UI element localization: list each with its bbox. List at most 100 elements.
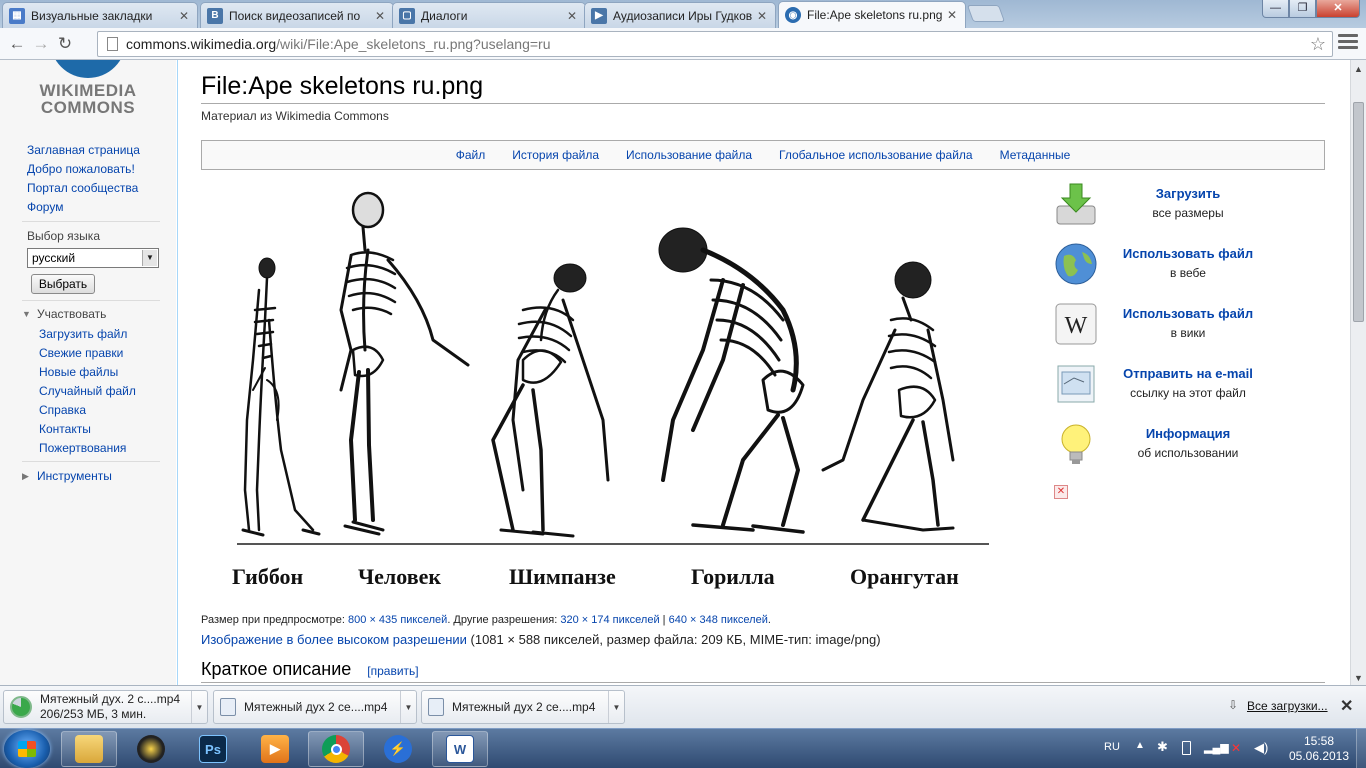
address-bar[interactable]: commons.wikimedia.org/wiki/File:Ape_skel… xyxy=(97,31,1333,57)
preview-size-link[interactable]: 800 × 435 пикселей xyxy=(348,614,447,626)
tab-visual-bookmarks[interactable]: ▦ Визуальные закладки ✕ xyxy=(2,2,198,28)
taskbar-chrome[interactable] xyxy=(308,731,364,767)
section-title: Краткое описание xyxy=(201,659,352,679)
scroll-down-icon[interactable]: ▼ xyxy=(1353,673,1364,683)
toc-file-history[interactable]: История файла xyxy=(512,148,599,162)
new-tab-button[interactable] xyxy=(966,5,1006,22)
show-desktop-button[interactable] xyxy=(1356,729,1366,768)
nav-random-file[interactable]: Случайный файл xyxy=(39,382,136,401)
nav-contacts[interactable]: Контакты xyxy=(39,420,136,439)
res-320-link[interactable]: 320 × 174 пикселей xyxy=(560,614,659,626)
chevron-down-icon[interactable]: ▼ xyxy=(191,691,207,723)
minimize-button[interactable]: — xyxy=(1262,0,1289,18)
download-item[interactable]: Мятежный дух 2 се....mp4 ▼ xyxy=(213,690,417,724)
chevron-down-icon[interactable]: ▼ xyxy=(400,691,416,723)
vertical-scrollbar[interactable]: ▲ ▼ xyxy=(1350,60,1366,685)
volume-icon[interactable]: ◀) xyxy=(1254,740,1268,756)
back-button[interactable]: ← xyxy=(6,33,28,55)
nav-help[interactable]: Справка xyxy=(39,401,136,420)
nav-forum[interactable]: Форум xyxy=(27,198,140,217)
reload-button[interactable]: ↻ xyxy=(54,33,76,55)
tab-commons-file[interactable]: ◉ File:Ape skeletons ru.png - ✕ xyxy=(778,1,966,28)
participate-links: Загрузить файл Свежие правки Новые файлы… xyxy=(39,325,136,458)
edit-section-link[interactable]: [править] xyxy=(367,664,418,678)
chevron-down-icon[interactable]: ▼ xyxy=(608,691,624,723)
system-clock[interactable]: 15:58 05.06.2013 xyxy=(1284,734,1354,764)
use-file-wiki[interactable]: W Использовать файл в вики xyxy=(1048,302,1308,350)
tab-close-icon[interactable]: ✕ xyxy=(177,9,191,23)
download-filename: Мятежный дух. 2 с....mp4 xyxy=(40,692,181,706)
downloads-shelf: Мятежный дух. 2 с....mp4 206/253 МБ, 3 ми… xyxy=(0,685,1366,728)
vk-favicon-icon: ▢ xyxy=(399,7,415,24)
nav-new-files[interactable]: Новые файлы xyxy=(39,363,136,382)
nav-welcome[interactable]: Добро пожаловать! xyxy=(27,160,140,179)
ape-skeletons-image[interactable]: Гиббон Человек Шимпанзе Горилла Орангута… xyxy=(223,190,993,602)
use-wiki-title: Использовать файл xyxy=(1122,306,1254,321)
tab-video-search[interactable]: В Поиск видеозаписей по ✕ xyxy=(200,2,394,28)
video-file-icon xyxy=(220,698,236,716)
participate-section-header[interactable]: ▼ Участвовать xyxy=(22,307,106,321)
tab-close-icon[interactable]: ✕ xyxy=(565,9,579,23)
tab-close-icon[interactable]: ✕ xyxy=(755,9,769,23)
download-arrow-icon: ⇩ xyxy=(1228,698,1239,712)
close-window-button[interactable]: ✕ xyxy=(1316,0,1360,18)
ground-line xyxy=(237,543,989,545)
info-subtitle: об использовании xyxy=(1137,446,1239,460)
tools-section-header[interactable]: ▶ Инструменты xyxy=(22,469,112,483)
bookmarks-favicon-icon: ▦ xyxy=(9,7,25,24)
start-button[interactable] xyxy=(4,730,50,768)
tab-audio[interactable]: ▶ Аудиозаписи Иры Гудков ✕ xyxy=(584,2,776,28)
network-error-icon[interactable]: ✕ xyxy=(1231,741,1241,755)
section-heading: Краткое описание [править] xyxy=(201,659,419,680)
network-signal-icon[interactable]: ▂▄▆ xyxy=(1204,741,1229,754)
chrome-menu-icon[interactable] xyxy=(1338,34,1358,52)
download-all-sizes[interactable]: Загрузить все размеры xyxy=(1048,182,1308,230)
wikimedia-commons-logo[interactable]: WIKIMEDIA COMMONS xyxy=(28,60,148,118)
tab-close-icon[interactable]: ✕ xyxy=(373,9,387,23)
scroll-up-icon[interactable]: ▲ xyxy=(1353,64,1364,74)
download-item[interactable]: Мятежный дух 2 се....mp4 ▼ xyxy=(421,690,625,724)
clock-date: 05.06.2013 xyxy=(1288,749,1350,763)
size-label: Размер при предпросмотре: xyxy=(201,614,349,626)
vk-favicon-icon: ▶ xyxy=(591,7,607,24)
close-icon[interactable]: ✕ xyxy=(1054,485,1068,499)
toc-metadata[interactable]: Метаданные xyxy=(1000,148,1071,162)
maximize-button[interactable]: ❐ xyxy=(1289,0,1316,18)
language-select-button[interactable]: Выбрать xyxy=(31,274,95,294)
toc-file-usage[interactable]: Использование файла xyxy=(626,148,752,162)
taskbar-photoshop[interactable]: Ps xyxy=(185,731,241,767)
hires-link[interactable]: Изображение в более высоком разрешении xyxy=(201,632,467,647)
download-item[interactable]: Мятежный дух. 2 с....mp4 206/253 МБ, 3 ми… xyxy=(3,690,208,724)
browser-toolbar: ← → ↻ commons.wikimedia.org/wiki/File:Ap… xyxy=(0,28,1366,60)
nav-recent-changes[interactable]: Свежие правки xyxy=(39,344,136,363)
keyboard-language[interactable]: RU xyxy=(1104,741,1120,753)
bluetooth-icon[interactable]: ✱ xyxy=(1157,739,1168,755)
taskbar-download-manager[interactable]: ⚡ xyxy=(370,731,426,767)
battery-icon[interactable] xyxy=(1182,741,1191,755)
tab-dialogs[interactable]: ▢ Диалоги ✕ xyxy=(392,2,586,28)
use-file-web[interactable]: Использовать файл в вебе xyxy=(1048,242,1308,290)
nav-community-portal[interactable]: Портал сообщества xyxy=(27,179,140,198)
taskbar-aimp[interactable] xyxy=(123,731,179,767)
taskbar-explorer[interactable] xyxy=(61,731,117,767)
scrollbar-thumb[interactable] xyxy=(1353,102,1364,322)
toc-file[interactable]: Файл xyxy=(456,148,486,162)
language-select[interactable]: русский ▼ xyxy=(27,248,159,268)
caption-orangutan: Орангутан xyxy=(850,564,959,589)
send-email[interactable]: Отправить на e-mail ссылку на этот файл xyxy=(1048,362,1308,410)
download-icon xyxy=(1056,183,1096,225)
res-640-link[interactable]: 640 × 348 пикселей xyxy=(669,614,768,626)
usage-info[interactable]: Информация об использовании xyxy=(1048,422,1308,470)
bookmark-star-icon[interactable]: ☆ xyxy=(1310,34,1326,55)
nav-donate[interactable]: Пожертвования xyxy=(39,439,136,458)
forward-button[interactable]: → xyxy=(30,33,52,55)
taskbar-word[interactable]: W xyxy=(432,731,488,767)
tray-expand-icon[interactable]: ▲ xyxy=(1135,740,1145,751)
nav-upload-file[interactable]: Загрузить файл xyxy=(39,325,136,344)
nav-main-page[interactable]: Заглавная страница xyxy=(27,141,140,160)
all-downloads-link[interactable]: Все загрузки... xyxy=(1247,699,1328,713)
close-shelf-icon[interactable]: ✕ xyxy=(1340,696,1353,716)
tab-close-icon[interactable]: ✕ xyxy=(945,8,959,22)
taskbar-video-player[interactable]: ▶ xyxy=(247,731,303,767)
toc-global-usage[interactable]: Глобальное использование файла xyxy=(779,148,973,162)
